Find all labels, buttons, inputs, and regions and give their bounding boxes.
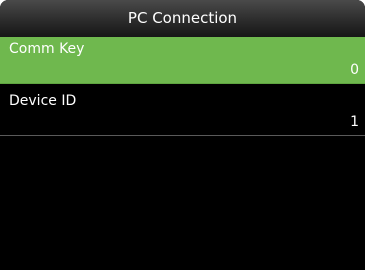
menu-item-label: Comm Key xyxy=(9,41,85,57)
menu-item-value: 1 xyxy=(350,114,359,130)
device-screen: PC Connection Comm Key 0 Device ID 1 xyxy=(0,0,365,270)
menu-item-value: 0 xyxy=(350,62,359,78)
menu-item-comm-key[interactable]: Comm Key 0 xyxy=(0,37,365,84)
title-bar: PC Connection xyxy=(0,0,365,37)
menu-item-label: Device ID xyxy=(9,93,77,109)
page-title: PC Connection xyxy=(127,9,238,27)
menu-item-device-id[interactable]: Device ID 1 xyxy=(0,89,365,136)
